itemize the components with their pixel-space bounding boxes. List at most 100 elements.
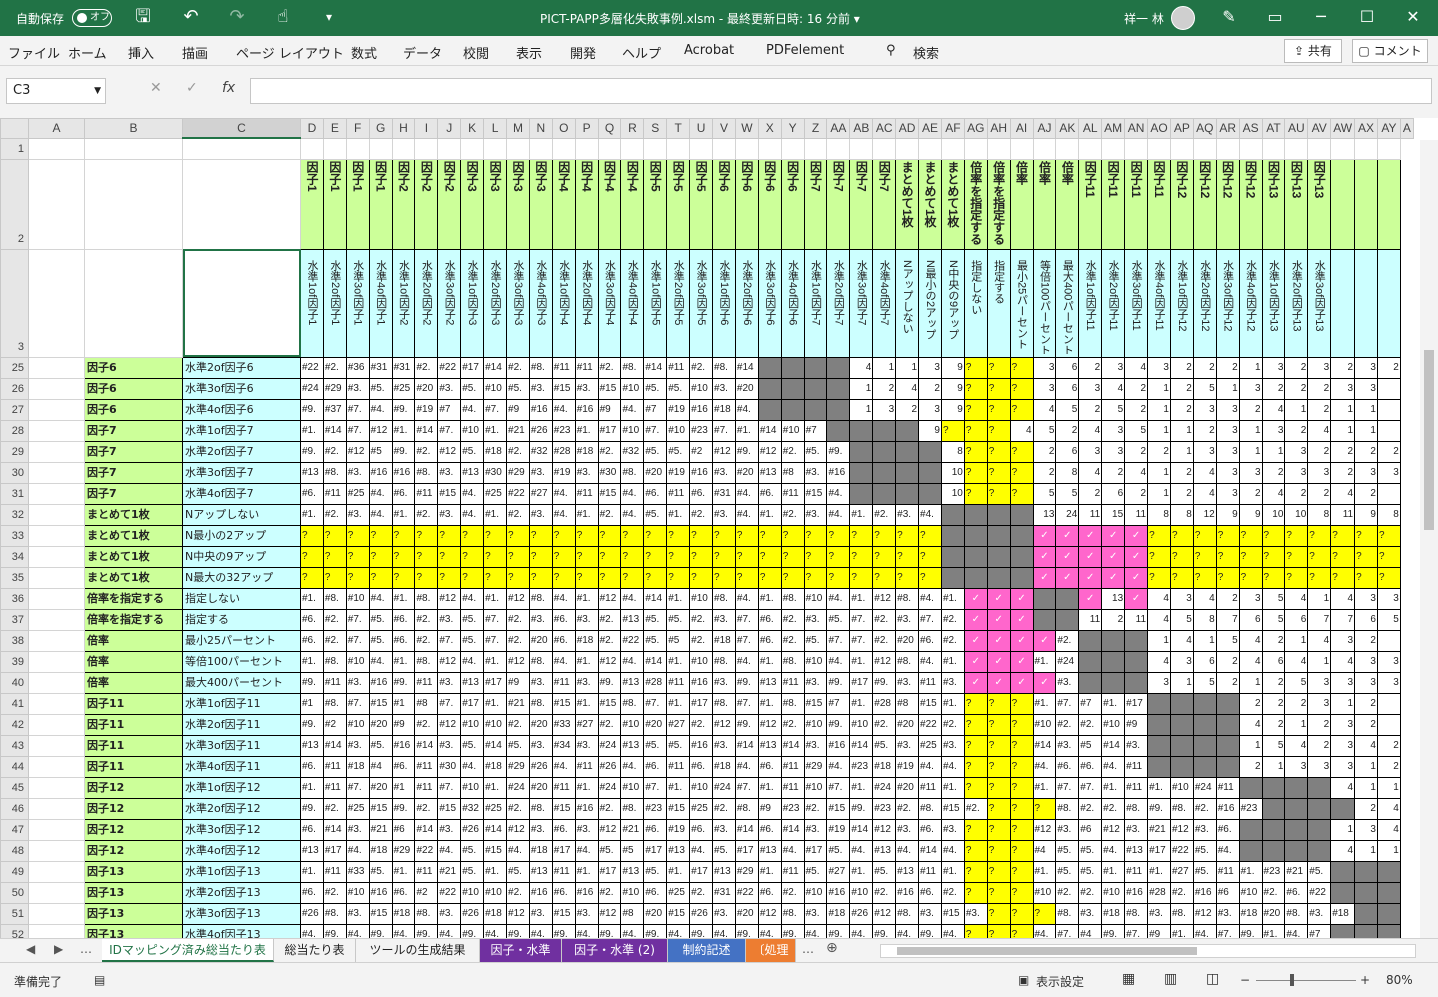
matrix-cell[interactable] [757, 377, 782, 400]
comment-button[interactable]: ▢ コメント [1352, 39, 1428, 63]
matrix-cell[interactable]: ? [1284, 545, 1309, 568]
matrix-cell[interactable]: ✓ [963, 587, 988, 610]
row-header[interactable]: 32 [0, 503, 29, 526]
matrix-cell[interactable]: #1. [666, 692, 691, 715]
column-header[interactable]: Y [780, 118, 805, 139]
matrix-cell[interactable]: 3 [918, 398, 942, 421]
matrix-cell[interactable]: #13 [528, 860, 553, 883]
matrix-cell[interactable]: ? [597, 524, 622, 547]
cell[interactable] [1192, 137, 1217, 160]
matrix-cell[interactable]: ? [1354, 545, 1378, 568]
matrix-cell[interactable]: ? [826, 545, 851, 568]
matrix-cell[interactable]: #4. [437, 839, 462, 862]
matrix-cell[interactable]: #11 [551, 776, 576, 799]
cell[interactable] [597, 137, 622, 160]
matrix-cell[interactable] [780, 398, 805, 421]
matrix-cell[interactable]: ? [963, 881, 988, 904]
matrix-cell[interactable]: ? [1192, 545, 1217, 568]
column-header[interactable]: AW [1330, 118, 1356, 139]
matrix-cell[interactable]: ? [918, 524, 942, 547]
matrix-cell[interactable]: 1 [1238, 356, 1263, 379]
matrix-cell[interactable]: #5. [712, 839, 736, 862]
matrix-cell[interactable]: #3. [963, 902, 988, 925]
matrix-cell[interactable]: #21 [437, 860, 462, 883]
matrix-cell[interactable]: #12 [712, 713, 736, 736]
matrix-cell[interactable] [872, 482, 897, 505]
matrix-cell[interactable]: ? [322, 545, 347, 568]
matrix-cell[interactable]: 1 [1192, 629, 1217, 652]
matrix-cell[interactable] [1032, 608, 1057, 631]
matrix-cell[interactable]: #11 [322, 776, 347, 799]
matrix-cell[interactable]: #5. [1078, 839, 1103, 862]
matrix-cell[interactable]: #13 [757, 839, 782, 862]
matrix-cell[interactable]: #2. [1055, 629, 1080, 652]
level-header-cell[interactable]: 最小25パーセント [1009, 248, 1034, 358]
matrix-cell[interactable]: ? [1009, 440, 1034, 463]
matrix-cell[interactable]: #20 [734, 377, 759, 400]
matrix-cell[interactable]: #4. [506, 839, 530, 862]
matrix-cell[interactable]: #2. [322, 881, 347, 904]
matrix-cell[interactable]: #7. [345, 629, 370, 652]
minimize-icon[interactable]: ─ [1306, 5, 1336, 29]
matrix-cell[interactable]: #16 [826, 461, 851, 484]
matrix-cell[interactable]: #2. [506, 440, 530, 463]
matrix-cell[interactable]: 5 [1192, 671, 1217, 694]
matrix-cell[interactable]: #8. [414, 461, 439, 484]
matrix-cell[interactable]: 1 [872, 356, 897, 379]
column-header[interactable]: X [757, 118, 782, 139]
matrix-cell[interactable]: 4 [1147, 650, 1171, 673]
matrix-cell[interactable]: ? [391, 566, 416, 589]
matrix-cell[interactable]: #1. [1032, 650, 1057, 673]
column-header[interactable]: AK [1055, 118, 1080, 139]
matrix-cell[interactable] [1354, 902, 1378, 925]
matrix-cell[interactable]: 2 [1078, 482, 1103, 505]
matrix-cell[interactable]: #23 [872, 797, 897, 820]
matrix-cell[interactable]: 2 [1124, 398, 1149, 421]
matrix-cell[interactable]: #24 [1055, 650, 1080, 673]
factor-header-cell[interactable]: 因子11 [1078, 158, 1103, 250]
matrix-cell[interactable]: #20 [1261, 902, 1286, 925]
matrix-cell[interactable]: 3 [1032, 356, 1057, 379]
matrix-cell[interactable]: #16 [574, 881, 599, 904]
matrix-cell[interactable]: #11 [780, 671, 805, 694]
matrix-cell[interactable]: ? [643, 524, 668, 547]
matrix-cell[interactable]: #5. [460, 440, 485, 463]
matrix-cell[interactable] [963, 566, 988, 589]
matrix-cell[interactable]: 5 [1032, 419, 1057, 442]
tab-file[interactable]: ファイル [8, 43, 60, 62]
matrix-cell[interactable]: 4 [1261, 398, 1286, 421]
matrix-cell[interactable]: #17 [689, 860, 714, 883]
matrix-cell[interactable]: 1 [1169, 671, 1194, 694]
factor-header-cell[interactable]: 因子5 [666, 158, 691, 250]
matrix-cell[interactable]: #11 [322, 482, 347, 505]
cell[interactable] [368, 137, 393, 160]
matrix-cell[interactable]: #16 [391, 461, 416, 484]
matrix-cell[interactable]: #6. [391, 755, 416, 778]
matrix-cell[interactable]: #9 [1147, 923, 1171, 938]
matrix-cell[interactable]: #13 [712, 860, 736, 883]
matrix-cell[interactable]: ? [368, 566, 393, 589]
matrix-cell[interactable]: ? [963, 776, 988, 799]
matrix-cell[interactable]: 1 [1284, 398, 1309, 421]
matrix-cell[interactable]: 3 [1078, 377, 1103, 400]
matrix-cell[interactable]: #12 [872, 587, 897, 610]
matrix-cell[interactable]: #5. [826, 839, 851, 862]
matrix-cell[interactable]: #11 [666, 482, 691, 505]
matrix-cell[interactable]: #7. [734, 629, 759, 652]
matrix-cell[interactable]: #14 [414, 734, 439, 757]
matrix-cell[interactable]: #5. [1307, 860, 1332, 883]
matrix-cell[interactable]: 2 [1192, 419, 1217, 442]
level-header-cell[interactable]: 水準3of因子7 [849, 248, 874, 358]
matrix-cell[interactable]: ? [1330, 545, 1356, 568]
factor-header-cell[interactable]: 因子5 [689, 158, 714, 250]
matrix-cell[interactable]: 24 [1055, 503, 1080, 526]
matrix-cell[interactable]: ? [689, 545, 714, 568]
matrix-cell[interactable]: #2. [780, 503, 805, 526]
matrix-cell[interactable]: 3 [1238, 587, 1263, 610]
matrix-cell[interactable]: #13 [620, 860, 645, 883]
matrix-cell[interactable]: #6 [391, 818, 416, 841]
matrix-cell[interactable] [1330, 860, 1356, 883]
matrix-cell[interactable]: #5. [872, 860, 897, 883]
matrix-cell[interactable]: ? [1238, 566, 1263, 589]
factor-header-cell[interactable]: 因子7 [826, 158, 851, 250]
